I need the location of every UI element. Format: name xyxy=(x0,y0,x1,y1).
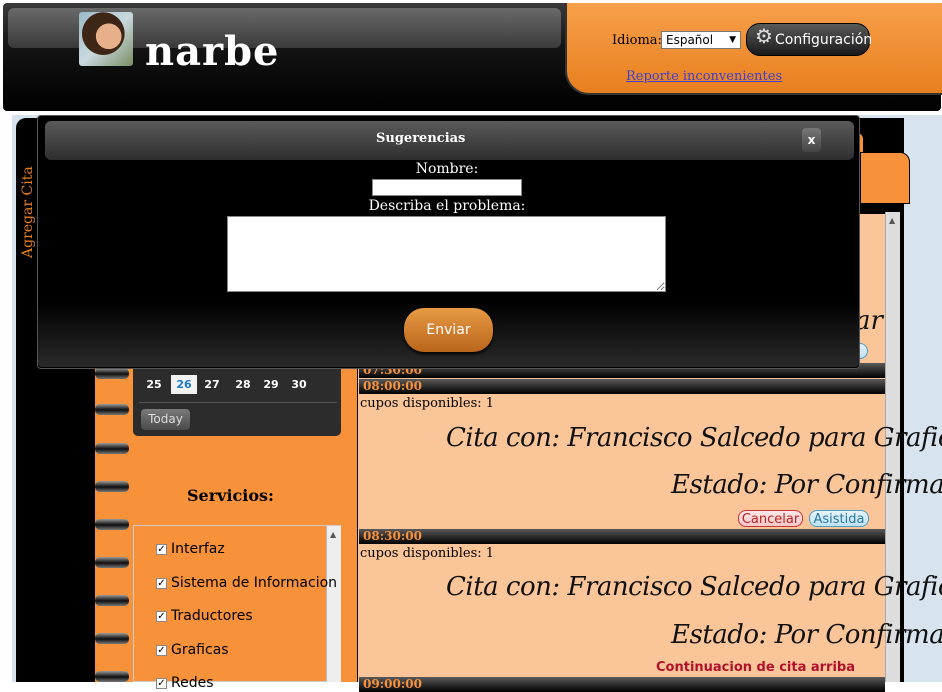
binder-ring xyxy=(95,519,129,530)
language-label: Idioma: xyxy=(612,33,662,48)
name-field[interactable] xyxy=(372,179,522,196)
user-avatar[interactable] xyxy=(79,12,133,66)
service-item-graficas[interactable]: ✓ Graficas xyxy=(156,642,229,658)
service-label: Traductores xyxy=(171,608,253,624)
binder-ring xyxy=(95,633,129,644)
close-button[interactable]: x xyxy=(802,128,821,152)
services-title: Servicios: xyxy=(187,486,274,505)
calendar-day[interactable]: 28 xyxy=(230,375,256,394)
appointment-status: Estado: Por Confirmar xyxy=(671,620,942,650)
service-label: Interfaz xyxy=(171,541,225,557)
site-title: narbe xyxy=(145,28,280,75)
slot-time-header: 08:30:00 xyxy=(359,529,885,544)
problem-textarea[interactable] xyxy=(227,216,666,292)
name-label: Nombre: xyxy=(415,161,479,177)
binder-ring xyxy=(95,481,129,492)
continuation-note: Continuacion de cita arriba xyxy=(656,660,856,675)
slot-availability: cupos disponibles: 1 xyxy=(360,546,495,561)
appointment-with: Cita con: Francisco Salcedo para Grafica… xyxy=(446,572,942,602)
config-button-label: Configuración xyxy=(775,32,873,48)
service-item-redes[interactable]: ✓ Redes xyxy=(156,675,214,691)
calendar-day[interactable]: 29 xyxy=(258,375,284,394)
dialog-title: Sugerencias xyxy=(376,131,466,146)
slot-availability: cupos disponibles: 1 xyxy=(360,396,495,411)
service-label: Sistema de Informacion xyxy=(171,575,338,591)
scroll-up-icon[interactable]: ▲ xyxy=(889,216,895,225)
binder-ring xyxy=(95,404,129,415)
scroll-up-icon[interactable]: ▲ xyxy=(330,530,336,539)
gear-icon: ⚙ xyxy=(755,24,773,48)
checkbox-checked-icon[interactable]: ✓ xyxy=(156,544,167,555)
assist-button[interactable]: Asistida xyxy=(809,510,869,527)
services-scrollbar[interactable]: ▲ xyxy=(326,526,341,682)
binder-ring xyxy=(95,368,129,379)
service-item-sistema-de-informacion[interactable]: ✓ Sistema de Informacion xyxy=(156,575,337,591)
appointment-status: Estado: Por Confirmar xyxy=(671,470,942,500)
cancel-button[interactable]: Cancelar xyxy=(738,510,803,527)
language-selected: Español xyxy=(666,33,714,47)
binder-ring xyxy=(95,595,129,606)
service-label: Graficas xyxy=(171,642,229,658)
calendar-day-today[interactable]: 26 xyxy=(171,375,197,394)
report-issues-link[interactable]: Reporte inconvenientes xyxy=(626,69,782,84)
service-label: Redes xyxy=(171,675,214,691)
send-button[interactable]: Enviar xyxy=(404,308,493,352)
checkbox-checked-icon[interactable]: ✓ xyxy=(156,578,167,589)
problem-label: Describa el problema: xyxy=(368,198,526,214)
calendar-day[interactable]: 25 xyxy=(141,375,167,394)
config-button[interactable]: ⚙ Configuración xyxy=(746,23,873,56)
checkbox-checked-icon[interactable]: ✓ xyxy=(156,645,167,656)
calendar-day[interactable]: 27 xyxy=(199,375,225,394)
binder-ring xyxy=(95,557,129,568)
today-button[interactable]: Today xyxy=(141,409,190,430)
calendar-divider xyxy=(139,402,337,403)
calendar-day[interactable]: 30 xyxy=(286,375,312,394)
slot-time-header: 08:00:00 xyxy=(359,379,885,394)
checkbox-checked-icon[interactable]: ✓ xyxy=(156,678,167,689)
chevron-down-icon: ▼ xyxy=(729,35,736,45)
binder-ring xyxy=(95,671,129,682)
slot-time-header: 09:00:00 xyxy=(359,677,885,692)
orange-side-panel xyxy=(860,152,910,204)
service-item-traductores[interactable]: ✓ Traductores xyxy=(156,608,253,624)
language-select[interactable]: Español ▼ xyxy=(661,31,741,49)
service-item-interfaz[interactable]: ✓ Interfaz xyxy=(156,541,225,557)
checkbox-checked-icon[interactable]: ✓ xyxy=(156,611,167,622)
appointment-with: Cita con: Francisco Salcedo para Grafica… xyxy=(446,423,942,453)
binder-ring xyxy=(95,443,129,454)
